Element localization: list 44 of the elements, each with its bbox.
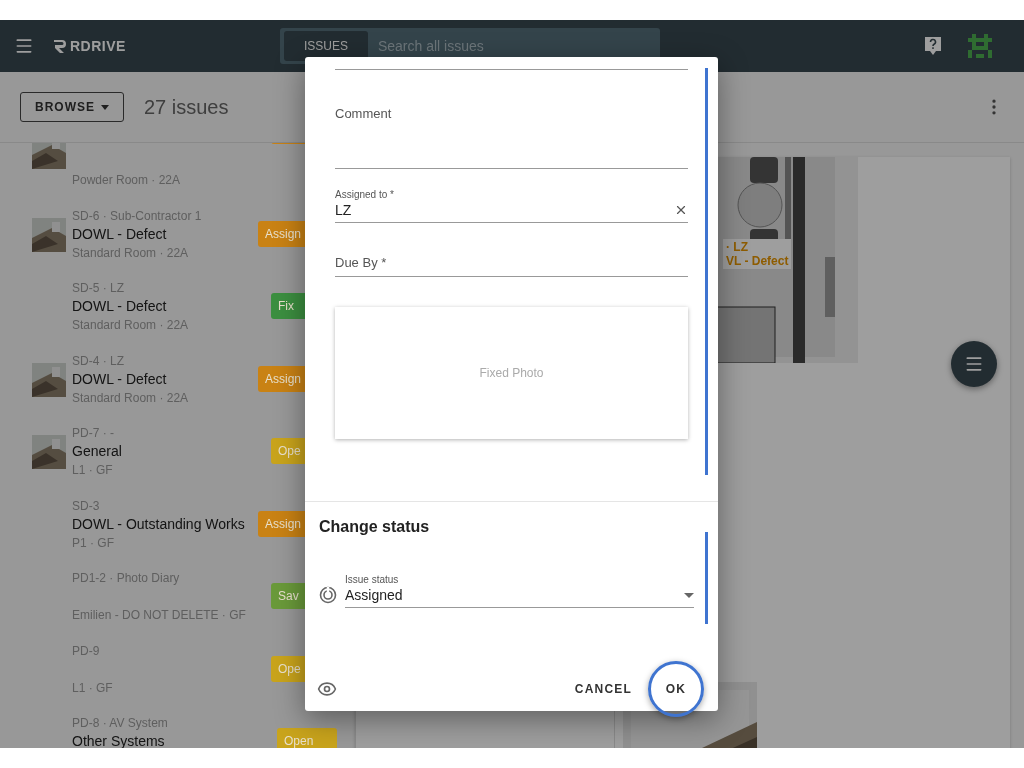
scrollbar[interactable] xyxy=(705,532,708,625)
issue-code: SD-5 · LZ xyxy=(72,280,124,298)
issue-location: Standard Room · 22A xyxy=(72,244,189,262)
issue-location: P1 · GF xyxy=(72,534,114,552)
due-by-field[interactable]: Due By * xyxy=(335,255,688,277)
status-select[interactable]: Issue status Assigned xyxy=(345,574,694,609)
issue-title: DOWL - Outstanding Works xyxy=(72,514,245,534)
ok-button[interactable]: OK xyxy=(648,661,704,717)
logo-icon xyxy=(52,38,68,54)
menu-icon[interactable] xyxy=(14,36,34,56)
issue-title: DOWL - Defect xyxy=(72,297,167,317)
issue-code: PD1-2 · Photo Diary xyxy=(72,570,180,588)
issue-location: L1 · GF xyxy=(72,462,113,480)
eye-icon[interactable] xyxy=(317,679,337,699)
scrollbar[interactable] xyxy=(705,68,708,475)
caret-icon xyxy=(684,592,694,598)
issue-location: Powder Room · 22A xyxy=(72,172,181,190)
issue-location: Standard Room · 22A xyxy=(72,317,189,335)
issue-title: General xyxy=(72,442,122,462)
help-icon[interactable] xyxy=(924,36,942,56)
issue-location: Emilien - DO NOT DELETE · GF xyxy=(72,607,246,625)
issue-code: SD-3 xyxy=(72,497,100,515)
issue-title: DOWL - Defect xyxy=(72,224,167,244)
menu-icon xyxy=(964,354,984,374)
issue-title: DOWL - Defect xyxy=(72,369,167,389)
section-title: Change status xyxy=(319,518,431,537)
issue-code: SD-4 · LZ xyxy=(72,352,124,370)
clear-icon[interactable] xyxy=(674,203,688,217)
issue-code: PD-7 · - xyxy=(72,425,114,443)
assigned-to-field[interactable]: Assigned to * LZ xyxy=(335,189,688,223)
issue-code: PD-9 xyxy=(72,642,100,660)
issue-location: L1 · GF xyxy=(72,679,113,697)
comment-field[interactable]: Comment xyxy=(335,106,688,169)
status-icon xyxy=(319,586,337,605)
issue-code: PD-8 · AV System xyxy=(72,715,168,733)
brand-name: RDRIVE xyxy=(70,38,126,54)
issue-location: Standard Room · 22A xyxy=(72,389,189,407)
caret-icon xyxy=(101,104,109,110)
issue-count: 27 issues xyxy=(144,95,229,119)
status-badge: Open xyxy=(277,728,337,748)
search-scope-tab[interactable]: ISSUES xyxy=(283,31,368,61)
cancel-button[interactable]: CANCEL xyxy=(566,674,640,704)
issue-code: SD-6 · Sub-Contractor 1 xyxy=(72,207,202,225)
browse-button[interactable]: BROWSE xyxy=(20,92,124,122)
